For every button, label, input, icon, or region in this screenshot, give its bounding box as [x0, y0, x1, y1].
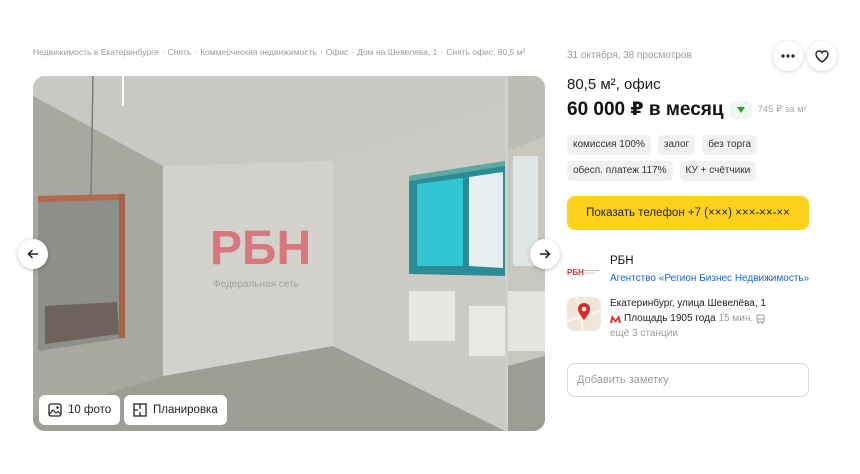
gallery-next-button[interactable]	[530, 239, 560, 269]
heart-icon	[815, 49, 829, 63]
favorite-button[interactable]	[807, 41, 837, 71]
more-stations-link[interactable]: ещё 3 станции	[610, 328, 678, 339]
agent-logo[interactable]: РБН	[567, 267, 601, 277]
agent-organization-link[interactable]: Агентство «Регион Бизнес Недвижимость»	[610, 273, 809, 284]
breadcrumb-item[interactable]: Недвижимость в Екатеринбурге	[33, 47, 159, 57]
tag: КУ + счётчики	[679, 161, 757, 181]
photo-gallery[interactable]: РБН Федеральная сеть 10 фото Планировка	[33, 76, 545, 431]
photos-count-button[interactable]: 10 фото	[39, 395, 121, 425]
svg-text:РБН: РБН	[567, 268, 584, 277]
metro-icon	[610, 314, 621, 323]
show-phone-button[interactable]: Показать телефон +7 (×××) ×××-××-××	[567, 196, 809, 230]
listing-tags: комиссия 100% залог без торга обесп. пла…	[567, 135, 817, 181]
listing-title: 80,5 м², офис	[567, 76, 661, 93]
more-options-button[interactable]	[773, 41, 803, 71]
arrow-left-icon	[27, 249, 38, 259]
price-per-sqm: 745 ₽ за м²	[757, 104, 807, 115]
breadcrumb: Недвижимость в Екатеринбурге · Снять · Комме…	[33, 47, 526, 57]
metro-time: 15 мин.	[718, 313, 754, 324]
price-row: 60 000 ₽ в месяц 745 ₽ за м²	[567, 98, 807, 121]
breadcrumb-item[interactable]: Офис	[326, 47, 349, 57]
agent-name: РБН	[610, 255, 634, 267]
map-pin-icon	[567, 297, 601, 331]
listing-price: 60 000 ₽ в месяц	[567, 99, 724, 120]
image-icon	[48, 403, 62, 417]
price-down-icon	[736, 106, 745, 113]
listing-meta: 31 октября, 38 просмотров	[567, 50, 692, 61]
svg-text:РБН: РБН	[210, 222, 311, 275]
map-thumbnail[interactable]	[567, 297, 601, 331]
breadcrumb-item[interactable]: Коммерческая недвижимость	[200, 47, 317, 57]
svg-text:Федеральная сеть: Федеральная сеть	[213, 279, 299, 290]
address-text: Екатеринбург, улица Шевелёва, 1	[610, 298, 766, 309]
metro-info: Площадь 1905 года 15 мин.	[610, 313, 765, 324]
breadcrumb-item[interactable]: Снять офис, 80,5 м²	[446, 47, 525, 57]
note-input[interactable]	[567, 363, 809, 397]
watermark-logo: РБН Федеральная сеть	[210, 222, 311, 290]
tag: залог	[657, 135, 696, 155]
more-dots-icon	[781, 54, 795, 58]
breadcrumb-item[interactable]: Дом на Шевелева, 1	[357, 47, 437, 57]
floorplan-button[interactable]: Планировка	[124, 395, 227, 425]
tag: без торга	[702, 135, 758, 155]
breadcrumb-item[interactable]: Снять	[168, 47, 192, 57]
gallery-prev-button[interactable]	[18, 239, 48, 269]
tag: комиссия 100%	[567, 135, 651, 155]
arrow-right-icon	[540, 249, 551, 259]
bus-icon	[756, 314, 765, 324]
metro-station: Площадь 1905 года	[624, 313, 716, 324]
price-history-button[interactable]	[729, 100, 752, 119]
floorplan-icon	[133, 403, 147, 417]
tag: обесп. платеж 117%	[567, 161, 673, 181]
